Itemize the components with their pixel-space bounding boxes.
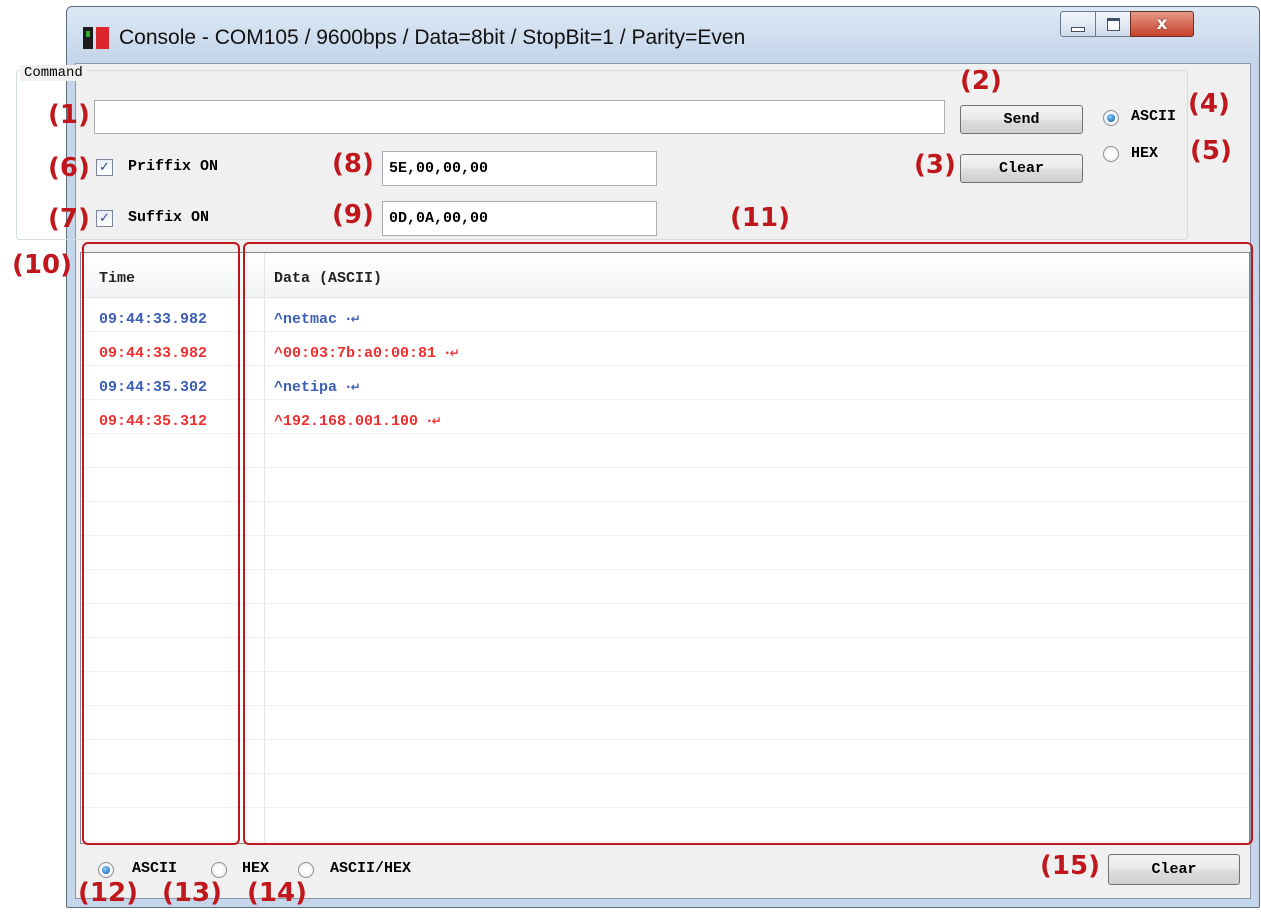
- ascii-mode-radio[interactable]: [1103, 110, 1119, 126]
- window-title: Console - COM105 / 9600bps / Data=8bit /…: [119, 26, 746, 49]
- suffix-hex-input[interactable]: 0D,0A,00,00: [382, 201, 657, 236]
- annotation-6: (6): [48, 153, 90, 183]
- annotation-10: (10): [12, 250, 72, 280]
- suffix-label: Suffix ON: [128, 209, 210, 226]
- prefix-label: Priffix ON: [128, 158, 219, 175]
- display-ascii-hex-radio[interactable]: [298, 862, 314, 878]
- app-icon: [83, 25, 109, 51]
- annotation-15: (15): [1040, 851, 1100, 881]
- display-ascii-radio[interactable]: [98, 862, 114, 878]
- close-icon: x: [1156, 14, 1168, 34]
- title-bar[interactable]: Console - COM105 / 9600bps / Data=8bit /…: [67, 7, 1259, 63]
- annotation-box-time-column: [82, 242, 240, 845]
- annotation-8: (8): [332, 149, 374, 179]
- annotation-13: (13): [162, 878, 222, 908]
- annotation-7: (7): [48, 204, 90, 234]
- annotation-2: (2): [960, 66, 1002, 96]
- annotation-14: (14): [247, 878, 307, 908]
- clear-command-button[interactable]: Clear: [960, 154, 1083, 183]
- send-button[interactable]: Send: [960, 105, 1083, 134]
- suffix-checkbox[interactable]: ✓: [96, 210, 113, 227]
- clear-log-button[interactable]: Clear: [1108, 854, 1240, 885]
- display-hex-label: HEX: [242, 860, 270, 877]
- display-ascii-label: ASCII: [132, 860, 178, 877]
- annotation-11: (11): [730, 203, 790, 233]
- display-ascii-hex-label: ASCII/HEX: [330, 860, 412, 877]
- hex-mode-label: HEX: [1131, 145, 1159, 162]
- annotation-box-data-column: [243, 242, 1253, 845]
- command-group-label: Command: [20, 65, 87, 81]
- annotation-5: (5): [1190, 136, 1232, 166]
- prefix-checkbox[interactable]: ✓: [96, 159, 113, 176]
- display-hex-radio[interactable]: [211, 862, 227, 878]
- annotation-12: (12): [78, 878, 138, 908]
- annotation-1: (1): [48, 100, 90, 130]
- maximize-icon: [1106, 17, 1120, 31]
- prefix-hex-input[interactable]: 5E,00,00,00: [382, 151, 657, 186]
- minimize-icon: [1071, 26, 1085, 32]
- close-button[interactable]: x: [1130, 11, 1194, 37]
- maximize-button[interactable]: [1095, 11, 1131, 37]
- annotation-3: (3): [914, 150, 956, 180]
- annotation-9: (9): [332, 200, 374, 230]
- ascii-mode-label: ASCII: [1131, 108, 1177, 125]
- command-input[interactable]: [94, 100, 945, 134]
- annotation-4: (4): [1188, 89, 1230, 119]
- minimize-button[interactable]: [1060, 11, 1096, 37]
- hex-mode-radio[interactable]: [1103, 146, 1119, 162]
